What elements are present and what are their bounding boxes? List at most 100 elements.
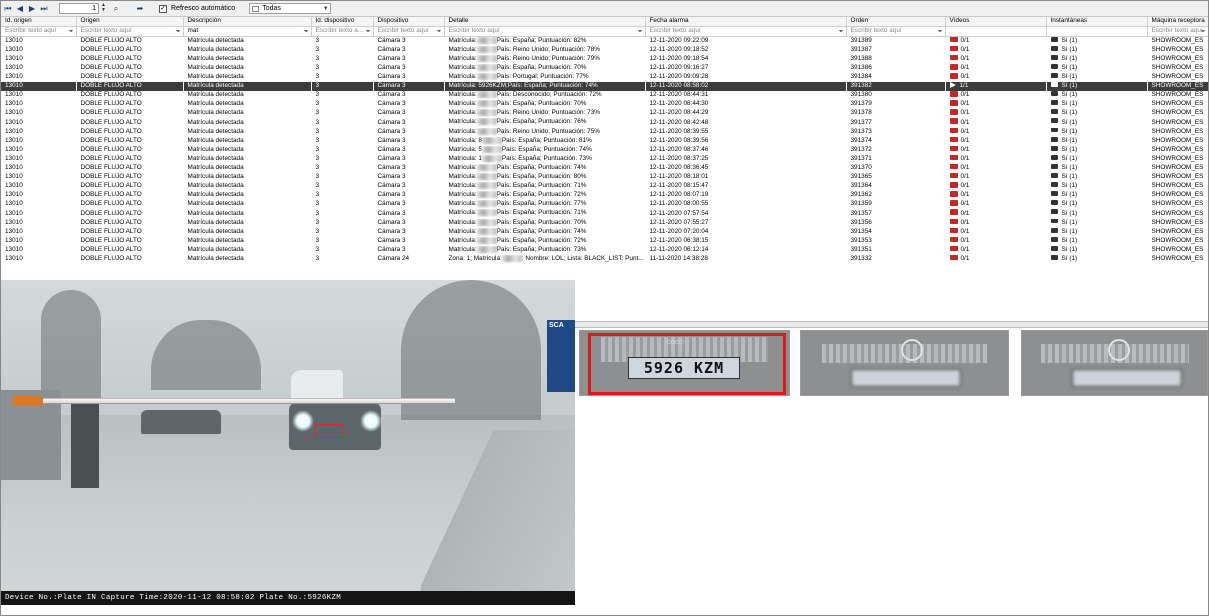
column-header[interactable]: Vídeos (945, 17, 1047, 27)
camera-icon[interactable] (1050, 236, 1058, 242)
camera-icon[interactable] (1050, 191, 1058, 197)
cell-videos[interactable]: 0/1 (945, 163, 1046, 173)
filter-funnel-icon[interactable]: ⏷ (1201, 28, 1206, 35)
table-row[interactable]: 13010 DOBLE FLUJO ALTO Matrícula detectada… (1, 45, 1208, 55)
cell-videos[interactable]: 0/1 (945, 227, 1046, 237)
camera-icon[interactable] (1050, 36, 1058, 42)
page-number-input[interactable]: 1 (59, 3, 99, 14)
camera-icon[interactable] (1050, 173, 1058, 178)
cell-snapshots[interactable]: Sí (1) (1046, 91, 1147, 100)
column-filter-input[interactable] (945, 26, 1047, 37)
cell-videos[interactable]: 0/1 (945, 127, 1046, 137)
cell-snapshots[interactable]: Sí (1) (1046, 36, 1147, 46)
cell-snapshots[interactable]: Sí (1) (1046, 227, 1147, 237)
column-header[interactable]: Orden (846, 17, 946, 27)
table-row[interactable]: 13010 DOBLE FLUJO ALTO Matrícula detectada… (1, 55, 1208, 64)
binoculars-icon[interactable]: ⌕ (109, 3, 123, 14)
filter-combo[interactable]: Todas ▼ (249, 3, 332, 14)
next-page-icon[interactable]: ▶ (27, 3, 37, 14)
column-filter-input[interactable] (1046, 26, 1148, 37)
table-row[interactable]: 13010 DOBLE FLUJO ALTO Matrícula detectada… (1, 182, 1208, 191)
table-row[interactable]: 13010 DOBLE FLUJO ALTO Matrícula detectada… (1, 218, 1208, 228)
video-download-icon[interactable] (949, 182, 958, 188)
filter-funnel-icon[interactable]: ⏷ (839, 28, 844, 35)
table-row[interactable]: 13010 DOBLE FLUJO ALTO Matrícula detectada… (1, 163, 1208, 173)
camera-icon[interactable] (1050, 245, 1058, 251)
video-download-icon[interactable] (949, 55, 958, 61)
camera-icon[interactable] (1050, 154, 1058, 160)
column-filter-input[interactable]: Escribir texto aquí ⏷ (1147, 26, 1208, 37)
cell-snapshots[interactable]: Sí (1) (1046, 45, 1147, 55)
filter-funnel-icon[interactable]: ⏷ (304, 28, 309, 35)
table-row[interactable]: 13010 DOBLE FLUJO ALTO Matrícula detectada… (1, 91, 1208, 100)
video-download-icon[interactable] (949, 64, 958, 70)
video-download-icon[interactable] (949, 91, 958, 97)
cell-snapshots[interactable]: Sí (1) (1046, 100, 1147, 109)
first-page-icon[interactable]: ⏮ (3, 3, 13, 14)
video-download-icon[interactable] (949, 73, 958, 79)
table-row[interactable]: 13010 DOBLE FLUJO ALTO Matrícula detectada… (1, 64, 1208, 73)
video-download-icon[interactable] (949, 245, 958, 252)
cell-snapshots[interactable]: Sí (1) (1046, 236, 1147, 246)
column-filter-input[interactable]: Escribir texto aquí ⏷ (76, 26, 184, 37)
camera-icon[interactable] (1050, 109, 1058, 115)
video-download-icon[interactable] (949, 209, 958, 215)
camera-icon[interactable] (1050, 227, 1058, 233)
table-row[interactable]: 13010 DOBLE FLUJO ALTO Matrícula detectada… (1, 191, 1208, 200)
cell-videos[interactable]: 1/1 (945, 82, 1046, 92)
cell-videos[interactable]: 0/1 (945, 245, 1046, 255)
camera-icon[interactable] (1050, 254, 1058, 260)
filter-funnel-icon[interactable]: ⏷ (69, 28, 74, 35)
cell-snapshots[interactable]: Sí (1) (1046, 245, 1147, 255)
video-download-icon[interactable] (949, 163, 958, 170)
video-download-icon[interactable] (949, 109, 958, 115)
table-row[interactable]: 13010 DOBLE FLUJO ALTO Matrícula detectada… (1, 100, 1208, 109)
video-download-icon[interactable] (949, 227, 958, 233)
table-row[interactable]: 13010 DOBLE FLUJO ALTO Matrícula detectada… (1, 73, 1208, 82)
video-download-icon[interactable] (949, 36, 958, 43)
panel-splitter[interactable] (575, 322, 1208, 328)
column-filter-input[interactable]: Escribir texto aquí ⏷ (444, 26, 646, 37)
table-row[interactable]: 13010 DOBLE FLUJO ALTO Matrícula detectada… (1, 127, 1208, 137)
camera-icon[interactable] (1050, 118, 1058, 124)
table-row[interactable]: 13010 DOBLE FLUJO ALTO Matrícula detectada… (1, 136, 1208, 146)
cell-videos[interactable]: 0/1 (945, 218, 1046, 228)
video-download-icon[interactable] (949, 154, 958, 161)
column-header[interactable]: Descripción (183, 17, 312, 27)
snapshot-thumbnail-3[interactable] (1021, 330, 1208, 396)
table-row[interactable]: 13010 DOBLE FLUJO ALTO Matrícula detectada… (1, 154, 1208, 164)
column-header[interactable]: Máquina receptora (1147, 17, 1208, 27)
cell-snapshots[interactable]: Sí (1) (1046, 163, 1147, 173)
camera-icon[interactable] (1050, 100, 1058, 106)
cell-videos[interactable]: 0/1 (945, 200, 1046, 209)
auto-refresh-checkbox[interactable]: ✓ (159, 4, 167, 13)
camera-icon[interactable] (1050, 91, 1058, 97)
column-header[interactable]: Id. dispositivo (311, 17, 374, 27)
column-header[interactable]: Fecha alarma (645, 17, 847, 27)
video-download-icon[interactable] (949, 191, 958, 197)
prev-page-icon[interactable]: ◀ (15, 3, 25, 14)
filter-funnel-icon[interactable]: ⏷ (176, 28, 181, 35)
filter-funnel-icon[interactable]: ⏷ (366, 28, 371, 35)
video-download-icon[interactable] (949, 218, 958, 224)
filter-funnel-icon[interactable]: ⏷ (938, 28, 943, 35)
camera-icon[interactable] (1050, 127, 1058, 133)
cell-snapshots[interactable]: Sí (1) (1046, 118, 1147, 127)
cell-snapshots[interactable]: Sí (1) (1046, 191, 1147, 200)
camera-icon[interactable] (1050, 200, 1058, 206)
cell-videos[interactable]: 0/1 (945, 154, 1046, 164)
page-spin-icon[interactable]: ▲ ▼ (101, 3, 107, 14)
cell-snapshots[interactable]: Sí (1) (1046, 200, 1147, 209)
chevron-down-icon[interactable]: ▼ (321, 6, 330, 12)
table-row[interactable]: 13010 DOBLE FLUJO ALTO Matrícula detectada… (1, 145, 1208, 155)
column-filter-input[interactable]: Escribir texto aquí ⏷ (645, 26, 847, 37)
table-row[interactable]: 13010 DOBLE FLUJO ALTO Matrícula detectada… (1, 227, 1208, 237)
column-filter-input[interactable]: Escribir texto aquí ⏷ (846, 26, 946, 37)
video-download-icon[interactable] (949, 200, 958, 206)
cell-videos[interactable]: 0/1 (945, 191, 1046, 200)
video-download-icon[interactable] (949, 118, 958, 124)
cell-snapshots[interactable]: Sí (1) (1046, 136, 1147, 146)
last-page-icon[interactable]: ⏭ (39, 3, 49, 14)
table-row[interactable]: 13010 DOBLE FLUJO ALTO Matrícula detectada… (1, 118, 1208, 127)
camera-icon[interactable] (1050, 45, 1058, 51)
